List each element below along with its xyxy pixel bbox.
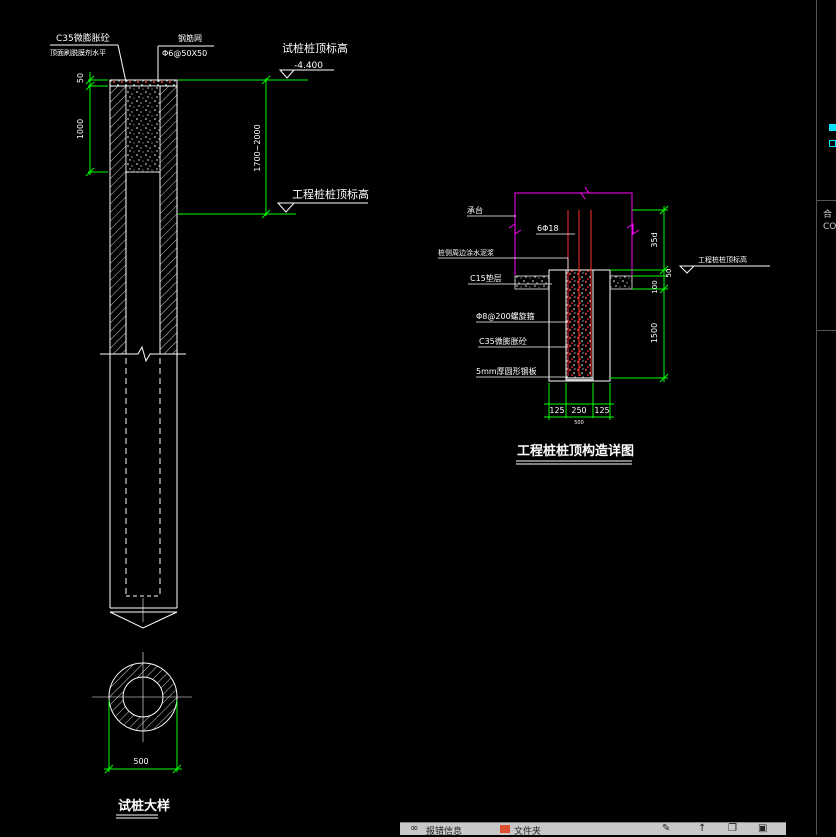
cap-label: 承台: [467, 205, 483, 215]
rebar-label: 6Φ18: [537, 224, 559, 233]
dim-50-vertical: 50: [76, 73, 85, 83]
steel-mesh-title: 钢筋网: [178, 33, 202, 43]
statusbar-edit-icon[interactable]: ✎: [662, 823, 670, 834]
dim-125-right: 125: [594, 406, 609, 415]
pile-infill-concrete: [125, 85, 161, 173]
cushion-right: [609, 275, 633, 290]
top-elevation-title: 试桩桩顶标高: [282, 41, 348, 55]
pile-wall-right-upper: [159, 85, 178, 355]
statusbar-up-icon[interactable]: ↑: [698, 823, 706, 834]
panel-cyan-icon-2[interactable]: [829, 140, 836, 147]
top-elevation-marker: 试桩桩顶标高 -4.400: [178, 41, 348, 81]
plate-label: 5mm厚圆形钢板: [476, 366, 537, 376]
left-dimensions: [85, 72, 108, 177]
detail-elevation-label: 工程桩桩顶标高: [698, 255, 747, 264]
panel-text-1: 合: [823, 210, 833, 220]
cad-drawing-canvas[interactable]: C35微膨胀砼 顶面刷脱膜剂水平 钢筋网 Φ6@50X50 试桩桩顶标高 -4.…: [0, 0, 836, 835]
pile-wall-left-upper: [109, 85, 127, 355]
steel-mesh-spec: Φ6@50X50: [162, 49, 207, 58]
pile-top-cap-strip: [109, 79, 178, 87]
statusbar-copy-icon[interactable]: ❐: [728, 823, 737, 834]
pile-tip: [109, 611, 178, 629]
statusbar-folder-icon[interactable]: [500, 825, 510, 833]
waterproof-label: 桩侧周边涂水泥浆: [438, 248, 494, 257]
dim-100-detail: 100: [651, 280, 659, 293]
detail-title: 工程桩桩顶构造详图: [517, 443, 634, 459]
infill-label: C35微膨胀砼: [479, 336, 527, 346]
statusbar-lock-icon[interactable]: ▣: [758, 823, 767, 834]
detail-elevation-marker: [678, 265, 770, 274]
test-pile-title: 试桩大样: [118, 798, 170, 814]
cushion-label: C15垫层: [470, 273, 502, 283]
dim-35d: 35d: [650, 232, 659, 247]
cushion-left: [514, 275, 550, 290]
steel-mesh-leader: 钢筋网 Φ6@50X50: [157, 33, 214, 82]
dim-50-detail: 50: [665, 269, 673, 278]
pile-wall-right: [592, 269, 611, 382]
statusbar-item-errors[interactable]: 报错信息: [426, 824, 462, 837]
pile-wall-left: [548, 269, 567, 382]
right-tool-panel[interactable]: 合 CO: [816, 0, 836, 835]
stirrup-label: Φ8@200螺旋箍: [476, 311, 535, 321]
panel-cyan-icon[interactable]: [829, 124, 836, 131]
work-pile-elevation-marker: 工程桩桩顶标高: [178, 187, 369, 215]
dim-1000-vertical: 1000: [76, 119, 85, 139]
bottom-status-bar[interactable]: ∞ 报错信息 文件夹 ✎ ↑ ❐ ▣: [400, 822, 786, 837]
concrete-note-line1: C35微膨胀砼: [56, 32, 110, 44]
dim-125-left: 125: [549, 406, 564, 415]
dim-500-detail: 500: [574, 420, 584, 426]
right-dimension: [261, 75, 271, 219]
dim-250: 250: [571, 406, 586, 415]
concrete-note-leader: C35微膨胀砼 顶面刷脱膜剂水平: [50, 32, 127, 83]
test-pile-elevation: [100, 79, 186, 629]
panel-text-2: CO: [823, 222, 836, 232]
dim-500-section: 500: [133, 757, 148, 766]
detail-leaders: [438, 215, 575, 378]
statusbar-item-folder[interactable]: 文件夹: [514, 824, 541, 837]
concrete-note-line2: 顶面刷脱膜剂水平: [50, 48, 106, 57]
dim-1500-detail: 1500: [650, 323, 659, 343]
detail-right-dimensions: [610, 205, 669, 383]
dim-range-vertical: 1700~2000: [253, 124, 262, 171]
work-elevation-title: 工程桩桩顶标高: [292, 187, 369, 201]
statusbar-link-icon[interactable]: ∞: [410, 823, 418, 834]
